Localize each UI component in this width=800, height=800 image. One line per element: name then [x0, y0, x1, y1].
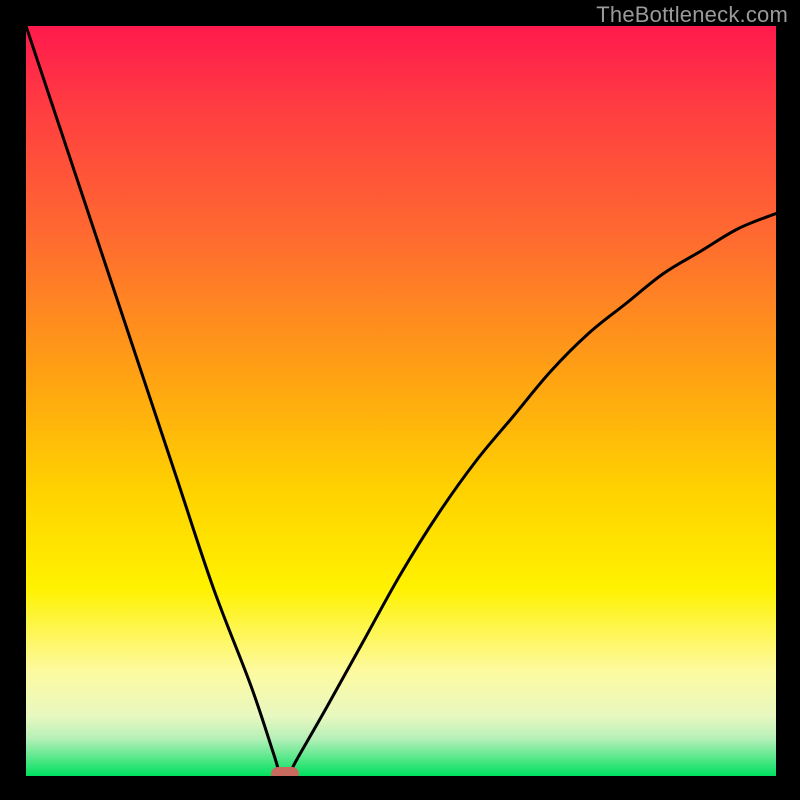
plot-area — [26, 26, 776, 776]
chart-frame: TheBottleneck.com — [0, 0, 800, 800]
bottleneck-curve — [26, 26, 776, 776]
optimum-marker — [271, 767, 299, 776]
watermark: TheBottleneck.com — [596, 2, 788, 28]
